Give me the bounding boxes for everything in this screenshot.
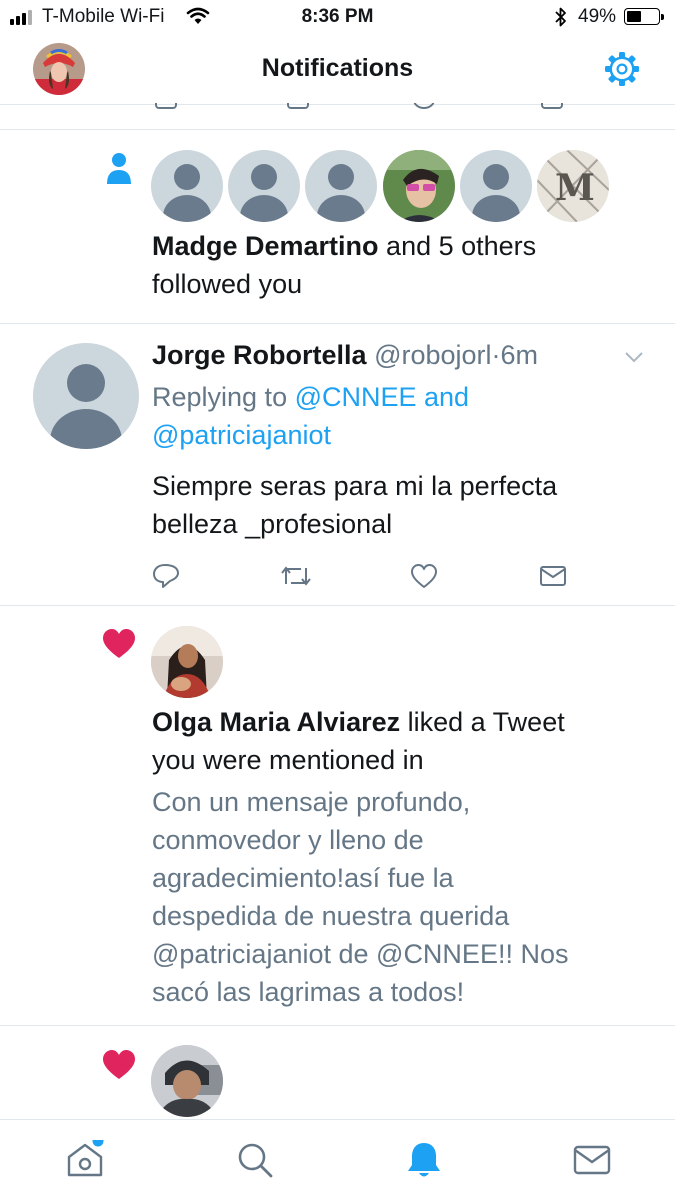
tweet-text: Siempre seras para mi la perfecta bellez… bbox=[152, 471, 558, 539]
tab-bar bbox=[0, 1119, 675, 1201]
heart-icon bbox=[103, 1050, 135, 1079]
author-avatar[interactable] bbox=[33, 343, 139, 449]
reply-icon[interactable] bbox=[152, 563, 180, 589]
follower-name[interactable]: Madge Demartino bbox=[152, 231, 379, 261]
liker-avatar[interactable] bbox=[151, 626, 223, 698]
gear-icon[interactable] bbox=[603, 50, 641, 88]
tweet-header: Jorge Robortella @robojorl·6m bbox=[152, 340, 539, 370]
mention-link[interactable]: @CNNEE and bbox=[295, 382, 469, 412]
divider bbox=[0, 1025, 675, 1026]
top-nav: Notifications bbox=[0, 36, 675, 105]
battery-percent: 49% bbox=[578, 6, 617, 27]
person-icon bbox=[107, 153, 131, 184]
divider bbox=[0, 323, 675, 324]
page-title: Notifications bbox=[261, 54, 414, 82]
home-icon[interactable] bbox=[65, 1140, 105, 1180]
follower-avatar[interactable] bbox=[383, 150, 455, 222]
liker-name[interactable]: Olga Maria Alviarez bbox=[152, 707, 400, 737]
mention-link[interactable]: @patriciajaniot bbox=[152, 420, 331, 450]
follow-text: Madge Demartino and 5 others followed yo… bbox=[152, 231, 537, 299]
author-name[interactable]: Jorge Robortella bbox=[152, 340, 367, 370]
dm-icon[interactable] bbox=[539, 565, 567, 587]
follower-avatar[interactable] bbox=[460, 150, 532, 222]
follower-avatar[interactable] bbox=[151, 150, 223, 222]
follower-avatar[interactable] bbox=[305, 150, 377, 222]
follower-avatar[interactable]: M bbox=[537, 150, 609, 222]
search-icon[interactable] bbox=[235, 1140, 275, 1180]
divider bbox=[0, 605, 675, 606]
clock: 8:36 PM bbox=[301, 6, 374, 27]
divider bbox=[0, 129, 675, 130]
retweet-icon[interactable] bbox=[279, 564, 313, 588]
liked-tweet-text[interactable]: Con un mensaje profundo, conmovedor y ll… bbox=[152, 783, 568, 1011]
replying-to: Replying to @CNNEE and @patriciajaniot bbox=[152, 382, 470, 450]
notifications-icon[interactable] bbox=[404, 1140, 444, 1180]
tweet-time: 6m bbox=[500, 340, 539, 370]
follower-avatar[interactable] bbox=[228, 150, 300, 222]
previous-tweet-actions bbox=[0, 103, 675, 113]
heart-icon bbox=[103, 629, 135, 658]
like-text: Olga Maria Alviarez liked a Tweet you we… bbox=[152, 707, 565, 775]
bluetooth-icon bbox=[555, 7, 566, 27]
chevron-down-icon[interactable] bbox=[624, 350, 644, 364]
like-icon[interactable] bbox=[410, 563, 438, 589]
messages-icon[interactable] bbox=[572, 1140, 612, 1180]
svg-text:M: M bbox=[555, 167, 595, 209]
author-handle[interactable]: @robojorl bbox=[374, 340, 491, 370]
status-bar: T-Mobile Wi-Fi 8:36 PM 49% bbox=[0, 0, 675, 36]
battery-icon bbox=[624, 8, 664, 25]
liker-avatar[interactable] bbox=[151, 1045, 223, 1117]
